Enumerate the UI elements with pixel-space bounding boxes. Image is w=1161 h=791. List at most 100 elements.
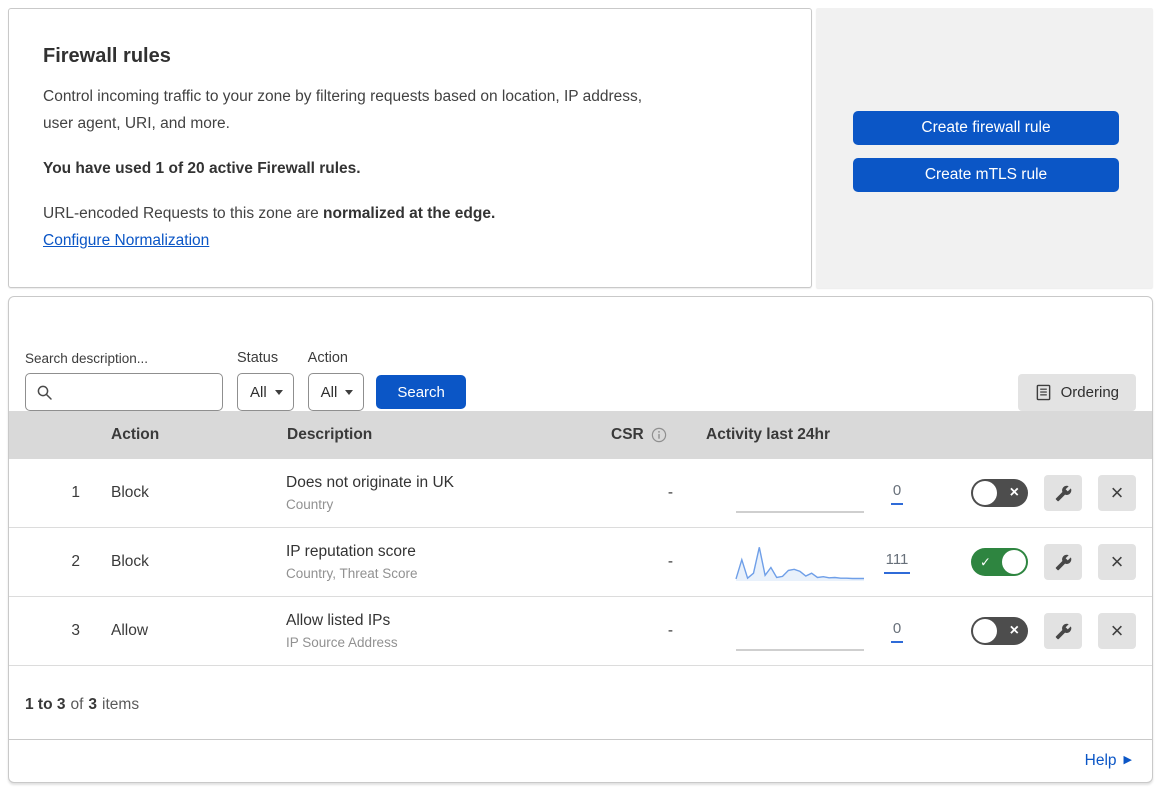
rule-action: Allow bbox=[111, 622, 149, 639]
rule-description: IP reputation score bbox=[286, 543, 416, 560]
search-label: Search description... bbox=[25, 351, 149, 366]
rule-criteria: Country, Threat Score bbox=[286, 566, 418, 581]
rule-row-1: 1 Block Does not originate in UK Country… bbox=[9, 459, 1152, 528]
rule-row-3: 3 Allow Allow listed IPs IP Source Addre… bbox=[9, 597, 1152, 666]
page-description: Control incoming traffic to your zone by… bbox=[43, 83, 777, 137]
edit-rule-button[interactable] bbox=[1044, 613, 1082, 649]
rule-controls: × × bbox=[945, 613, 1152, 649]
chevron-down-icon bbox=[274, 389, 283, 395]
column-csr-label: CSR bbox=[611, 426, 644, 443]
status-selected-value: All bbox=[250, 383, 267, 401]
rule-activity-cell: 0 bbox=[695, 472, 945, 514]
delete-rule-button[interactable]: × bbox=[1098, 613, 1136, 649]
toggle-knob bbox=[973, 481, 997, 505]
activity-count-link[interactable]: 111 bbox=[883, 551, 911, 574]
rule-enabled-toggle[interactable]: × bbox=[971, 617, 1028, 645]
rule-row-2: 2 Block IP reputation score Country, Thr… bbox=[9, 528, 1152, 597]
toggle-knob bbox=[1002, 550, 1026, 574]
chevron-down-icon bbox=[345, 389, 354, 395]
firewall-rules-page: { "header": { "title": "Firewall rules",… bbox=[0, 0, 1161, 791]
action-label: Action bbox=[307, 350, 348, 366]
activity-sparkline bbox=[735, 472, 865, 514]
rules-card: Search description... Status All Action … bbox=[8, 296, 1153, 783]
pagination-items-label: items bbox=[102, 696, 140, 713]
rule-number: 2 bbox=[71, 553, 80, 570]
column-activity: Activity last 24hr bbox=[706, 426, 831, 443]
filter-bar: Search description... Status All Action … bbox=[9, 297, 1152, 411]
rule-criteria: IP Source Address bbox=[286, 635, 398, 650]
configure-normalization-link[interactable]: Configure Normalization bbox=[43, 232, 209, 249]
rule-controls: ✓ × bbox=[945, 544, 1152, 580]
edit-rule-button[interactable] bbox=[1044, 544, 1082, 580]
status-label: Status bbox=[237, 350, 279, 366]
search-button[interactable]: Search bbox=[376, 375, 466, 409]
wrench-icon bbox=[1055, 554, 1071, 570]
create-firewall-rule-button[interactable]: Create firewall rule bbox=[853, 111, 1119, 145]
delete-rule-button[interactable]: × bbox=[1098, 475, 1136, 511]
action-filter-group: Action All bbox=[307, 350, 365, 411]
pagination-of: of bbox=[70, 696, 84, 713]
action-select[interactable]: All bbox=[307, 373, 365, 411]
toggle-knob bbox=[973, 619, 997, 643]
page-header-section: Firewall rules Control incoming traffic … bbox=[0, 0, 1161, 288]
search-group: Search description... bbox=[25, 351, 223, 411]
toggle-state-icon: ✓ bbox=[980, 554, 991, 570]
close-icon: × bbox=[1110, 618, 1124, 643]
action-selected-value: All bbox=[320, 383, 338, 401]
pagination-range: 1 to 3 bbox=[25, 696, 66, 713]
intro-card: Firewall rules Control incoming traffic … bbox=[8, 8, 812, 288]
status-select[interactable]: All bbox=[237, 373, 294, 411]
column-description: Description bbox=[287, 426, 373, 443]
close-icon: × bbox=[1110, 549, 1124, 574]
usage-note: You have used 1 of 20 active Firewall ru… bbox=[43, 160, 361, 177]
help-link[interactable]: Help ▶ bbox=[1085, 752, 1132, 770]
ordering-button[interactable]: Ordering bbox=[1017, 374, 1136, 411]
rule-csr-value: - bbox=[667, 622, 673, 639]
help-row: Help ▶ bbox=[9, 739, 1152, 781]
info-icon[interactable] bbox=[651, 427, 667, 443]
create-mtls-rule-button[interactable]: Create mTLS rule bbox=[853, 158, 1119, 192]
wrench-icon bbox=[1055, 485, 1071, 501]
search-input-wrap bbox=[25, 373, 223, 411]
normalization-note: URL-encoded Requests to this zone are no… bbox=[43, 205, 777, 223]
activity-sparkline bbox=[735, 541, 865, 583]
cta-panel: Create firewall rule Create mTLS rule bbox=[816, 8, 1153, 288]
page-title: Firewall rules bbox=[43, 45, 171, 67]
page-description-line2: user agent, URI, and more. bbox=[43, 115, 230, 132]
activity-count-wrap: 111 bbox=[879, 551, 915, 574]
delete-rule-button[interactable]: × bbox=[1098, 544, 1136, 580]
rule-description: Does not originate in UK bbox=[286, 474, 455, 491]
rule-description-cell: Does not originate in UK Country bbox=[273, 474, 597, 512]
rule-description-cell: IP reputation score Country, Threat Scor… bbox=[273, 543, 597, 581]
activity-count-link[interactable]: 0 bbox=[890, 620, 904, 643]
activity-count-wrap: 0 bbox=[879, 620, 915, 643]
rule-description: Allow listed IPs bbox=[286, 612, 391, 629]
normalization-note-text: URL-encoded Requests to this zone are bbox=[43, 205, 324, 222]
column-csr: CSR bbox=[597, 426, 695, 444]
rule-controls: × × bbox=[945, 475, 1152, 511]
help-arrow-icon: ▶ bbox=[1123, 754, 1132, 766]
table-header: Action Description CSR Activity last 24h… bbox=[9, 411, 1152, 459]
search-input[interactable] bbox=[25, 373, 223, 411]
rule-enabled-toggle[interactable]: × bbox=[971, 479, 1028, 507]
rule-csr-value: - bbox=[667, 484, 673, 501]
close-icon: × bbox=[1110, 480, 1124, 505]
activity-count-link[interactable]: 0 bbox=[890, 482, 904, 505]
rule-action: Block bbox=[111, 484, 149, 501]
wrench-icon bbox=[1055, 623, 1071, 639]
activity-sparkline bbox=[735, 610, 865, 652]
rule-action: Block bbox=[111, 553, 149, 570]
edit-rule-button[interactable] bbox=[1044, 475, 1082, 511]
rule-number: 3 bbox=[71, 622, 80, 639]
rule-activity-cell: 0 bbox=[695, 610, 945, 652]
rule-csr-value: - bbox=[667, 553, 673, 570]
normalization-note-bold: normalized at the edge. bbox=[323, 205, 496, 222]
column-action: Action bbox=[111, 426, 160, 443]
rule-description-cell: Allow listed IPs IP Source Address bbox=[273, 612, 597, 650]
pagination-total: 3 bbox=[88, 696, 98, 713]
rule-number: 1 bbox=[71, 484, 80, 501]
rule-criteria: Country bbox=[286, 497, 334, 512]
ordering-list-icon bbox=[1036, 384, 1050, 401]
rule-enabled-toggle[interactable]: ✓ bbox=[971, 548, 1028, 576]
status-filter-group: Status All bbox=[237, 350, 294, 411]
